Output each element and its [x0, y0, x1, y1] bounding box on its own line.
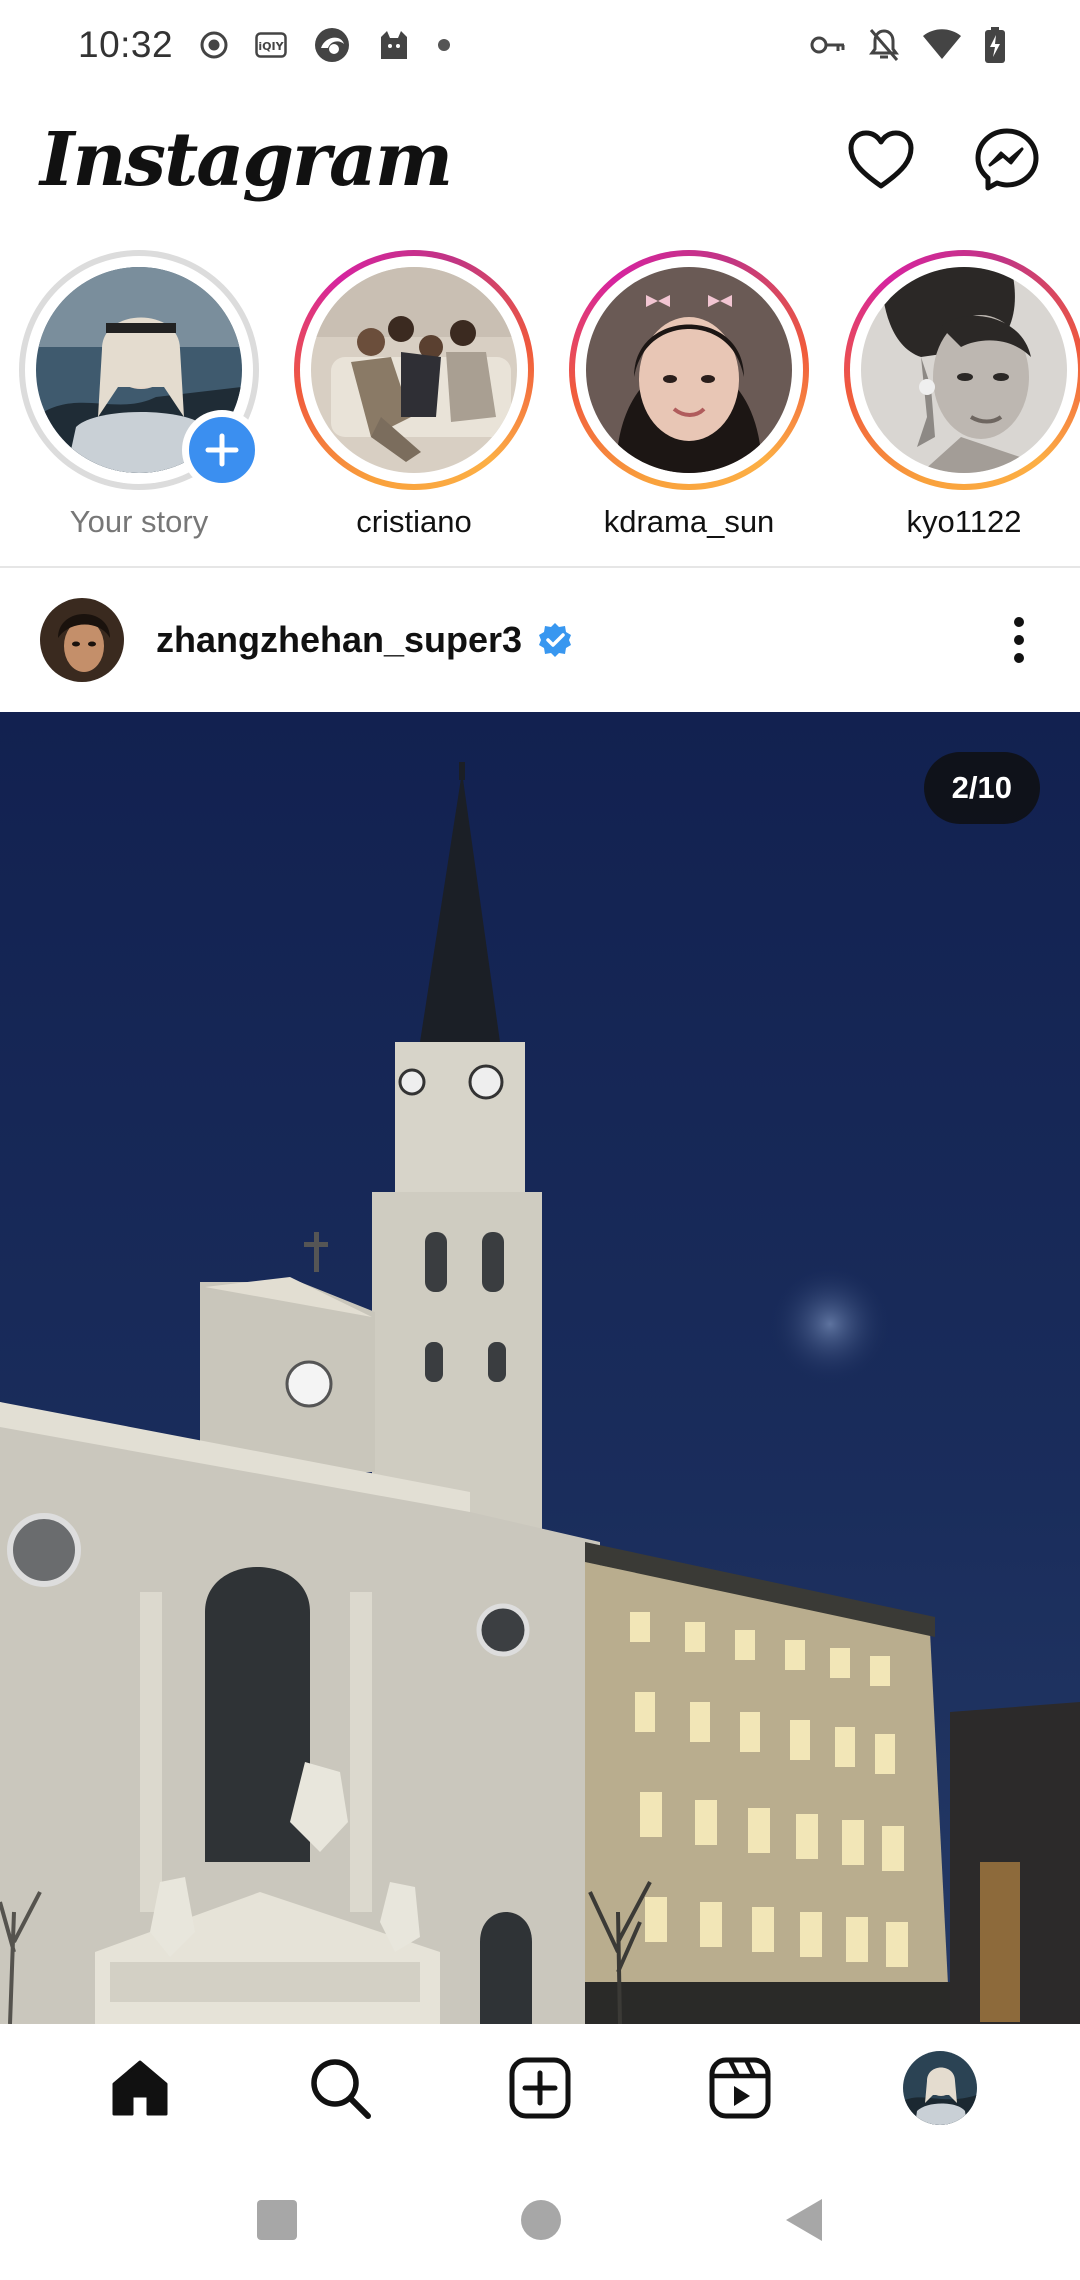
iqiyi-icon: iQIY [255, 32, 287, 58]
battery-charging-icon [984, 26, 1006, 64]
status-right [810, 26, 1006, 64]
create-post-icon[interactable] [485, 2033, 595, 2143]
post-image[interactable]: 2/10 [0, 712, 1080, 2024]
record-icon [199, 30, 229, 60]
story-item-cristiano[interactable]: cristiano [289, 250, 539, 540]
church-night-photo [0, 712, 1080, 2024]
status-left: 10:32 iQIY [78, 24, 451, 66]
instagram-logo[interactable]: Instagram [40, 117, 453, 203]
bottom-nav [0, 2024, 1080, 2152]
wifi-icon [922, 29, 962, 61]
avatar [861, 267, 1067, 473]
post-author-avatar[interactable] [40, 598, 124, 682]
story-name: kdrama_sun [603, 504, 775, 539]
cat-app-icon [377, 29, 411, 61]
status-time: 10:32 [78, 24, 174, 65]
story-name: kyo1122 [906, 504, 1022, 539]
carousel-counter: 2/10 [923, 752, 1040, 824]
home-circle-icon[interactable] [520, 2199, 562, 2241]
avatar [586, 267, 792, 473]
avatar [311, 267, 517, 473]
system-nav [0, 2160, 1080, 2280]
profile-avatar[interactable] [885, 2033, 995, 2143]
post-header: zhangzhehan_super3 [0, 568, 1080, 712]
story-name: Your story [69, 504, 209, 539]
post-username[interactable]: zhangzhehan_super3 [156, 619, 522, 661]
recents-icon[interactable] [256, 2199, 298, 2241]
story-ring [844, 250, 1080, 490]
more-options-icon[interactable] [1012, 616, 1026, 664]
heart-icon[interactable] [848, 130, 914, 190]
notifications-off-icon [868, 27, 900, 63]
back-icon[interactable] [784, 2197, 824, 2243]
app-header: Instagram [0, 105, 1080, 215]
header-actions [848, 127, 1040, 193]
story-item-kyo1122[interactable]: kyo1122 [839, 250, 1080, 540]
messenger-icon[interactable] [974, 127, 1040, 193]
home-icon[interactable] [85, 2033, 195, 2143]
story-item-kdrama-sun[interactable]: kdrama_sun [564, 250, 814, 540]
add-story-button[interactable] [182, 410, 262, 490]
svg-text:iQIY: iQIY [259, 40, 285, 53]
verified-badge-icon [536, 621, 574, 659]
search-icon[interactable] [285, 2033, 395, 2143]
vpn-key-icon [810, 34, 846, 56]
plus-icon [205, 433, 239, 467]
story-item-your-story[interactable]: Your story [14, 250, 264, 540]
story-name: cristiano [356, 504, 472, 539]
status-bar: 10:32 iQIY [0, 0, 1080, 90]
story-ring [569, 250, 809, 490]
browser-icon [313, 26, 351, 64]
avatar [903, 2051, 977, 2125]
reels-icon[interactable] [685, 2033, 795, 2143]
dot-icon [437, 38, 451, 52]
story-ring [294, 250, 534, 490]
stories-tray: Your story cristiano kdrama_sun kyo1122 [0, 250, 1080, 550]
